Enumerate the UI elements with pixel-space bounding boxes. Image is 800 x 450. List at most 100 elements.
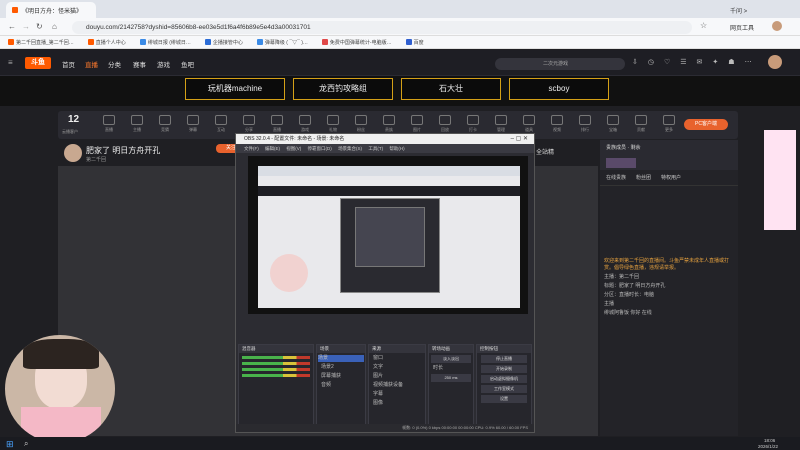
room-tool-item[interactable]: 宝箱: [602, 115, 624, 133]
nav-live[interactable]: 直播: [85, 59, 98, 69]
bookmarks-bar: 第二千回直播_第二千回… 直播个人中心 绯城日报 (绯城日… 企播接管中心 弹幕…: [0, 36, 800, 49]
obs-preview[interactable]: [248, 156, 528, 314]
source-item[interactable]: 文字: [373, 364, 421, 371]
nav-home[interactable]: 首页: [62, 59, 75, 69]
browser-tab-qianwen[interactable]: 千问 >: [724, 2, 770, 18]
room-tool-item[interactable]: 弹幕: [182, 115, 204, 133]
room-tool-item[interactable]: 排行: [574, 115, 596, 133]
nav-category[interactable]: 分类: [108, 59, 121, 69]
bookmark-item[interactable]: 第二千回直播_第二千回…: [8, 39, 74, 46]
browser-tab-active[interactable]: 《明日方舟：怪米猫》: [6, 2, 96, 18]
room-tool-item[interactable]: 贡献: [630, 115, 652, 133]
room-tool-item[interactable]: 礼物: [322, 115, 344, 133]
game-icon[interactable]: ✦: [712, 58, 718, 66]
bookmark-item[interactable]: 企播接管中心: [204, 39, 243, 46]
nav-yuba[interactable]: 鱼吧: [181, 59, 194, 69]
nav-esports[interactable]: 赛事: [133, 59, 146, 69]
room-tool-item[interactable]: 道具: [518, 115, 540, 133]
reload-icon[interactable]: ↻: [36, 22, 43, 31]
download-icon[interactable]: ⇩: [632, 58, 638, 66]
room-tool-item[interactable]: 直播: [266, 115, 288, 133]
bookmark-item[interactable]: 直播个人中心: [87, 39, 126, 46]
stop-streaming-button[interactable]: 停止直播: [481, 355, 527, 363]
pc-client-button[interactable]: PC客户端: [684, 119, 728, 130]
room-tool-item[interactable]: 管理: [490, 115, 512, 133]
studio-mode-button[interactable]: 工作室模式: [481, 385, 527, 393]
history-icon[interactable]: ◷: [648, 58, 654, 66]
bookmark-item[interactable]: 绯城日报 (绯城日…: [139, 39, 191, 46]
room-tool-item[interactable]: 回放: [434, 115, 456, 133]
room-tool-item[interactable]: 互动: [210, 115, 232, 133]
room-tool-item[interactable]: 视频: [546, 115, 568, 133]
forward-icon[interactable]: →: [22, 22, 30, 31]
more-icon[interactable]: ⋯: [745, 58, 752, 66]
start-recording-button[interactable]: 开始录制: [481, 365, 527, 373]
noble-rank-panel: 贵族成员 · 剩余: [600, 140, 738, 170]
virtual-camera-button[interactable]: 启动虚拟摄像机: [481, 375, 527, 383]
window-controls-icon[interactable]: – ▢ ✕: [511, 135, 528, 142]
room-tool-item[interactable]: 更多: [658, 115, 680, 133]
room-tool-item[interactable]: 主播: [126, 115, 148, 133]
message-icon[interactable]: ✉: [697, 58, 703, 66]
source-item[interactable]: 图像: [373, 400, 421, 407]
tab-fans[interactable]: 粉丝团: [636, 174, 651, 181]
follow-icon[interactable]: ♡: [664, 58, 670, 66]
obs-menu-item[interactable]: 帮助(H): [389, 146, 404, 151]
banner-button[interactable]: scboy: [509, 78, 609, 100]
nav-games[interactable]: 游戏: [157, 59, 170, 69]
room-tool-item[interactable]: 粉丝: [350, 115, 372, 133]
obs-menu-item[interactable]: 停靠窗口(D): [308, 146, 332, 151]
room-tool-item[interactable]: 图片: [406, 115, 428, 133]
source-item[interactable]: 视频捕获设备: [373, 382, 421, 389]
scene-item[interactable]: 场景: [318, 355, 364, 362]
douyu-logo[interactable]: 斗鱼: [25, 57, 51, 69]
back-icon[interactable]: ←: [8, 22, 16, 31]
promo-banner[interactable]: [764, 130, 796, 230]
transition-select[interactable]: 淡入淡出: [431, 355, 471, 363]
user-avatar[interactable]: [768, 55, 782, 69]
menu-icon[interactable]: ≡: [8, 58, 13, 67]
obs-menu-item[interactable]: 工具(T): [368, 146, 383, 151]
bookmark-item[interactable]: 免费中国弹幕统计-电脑版…: [321, 39, 392, 46]
search-icon[interactable]: ⌕: [24, 439, 28, 449]
tab-noble[interactable]: 在线贵族: [606, 174, 626, 181]
host-name[interactable]: 第二千回: [86, 156, 106, 163]
banner-button[interactable]: 石大壮: [401, 78, 501, 100]
room-tool-item[interactable]: 游戏: [294, 115, 316, 133]
tab-vip[interactable]: 特权用户: [661, 174, 681, 181]
streamer-avatar[interactable]: [64, 144, 82, 162]
settings-button[interactable]: 设置: [481, 395, 527, 403]
room-tool-item[interactable]: 竞猜: [154, 115, 176, 133]
room-tool-item[interactable]: 分享: [238, 115, 260, 133]
source-item[interactable]: 图片: [373, 373, 421, 380]
star-icon[interactable]: ☆: [700, 21, 707, 30]
fullsite-label[interactable]: 全站精: [536, 147, 554, 156]
profile-tools-label[interactable]: 网页工具: [730, 23, 754, 32]
source-item[interactable]: 字幕: [373, 391, 421, 398]
obs-menu-item[interactable]: 场景集合(S): [338, 146, 362, 151]
obs-menu-item[interactable]: 编辑(E): [265, 146, 280, 151]
avatar[interactable]: [772, 21, 782, 31]
task-icon[interactable]: ☰: [680, 58, 686, 66]
room-tool-item[interactable]: 直播: [98, 115, 120, 133]
room-tool-item[interactable]: 贵族: [378, 115, 400, 133]
scene-item[interactable]: 音频: [321, 382, 361, 389]
gift-icon[interactable]: ☗: [728, 58, 734, 66]
scene-item[interactable]: 屏幕捕获: [321, 373, 361, 380]
url-input[interactable]: douyu.com/2142758?dyshid=85606b8-ee03e5d…: [72, 21, 692, 34]
obs-menu-item[interactable]: 文件(F): [244, 146, 259, 151]
source-item[interactable]: 窗口: [373, 355, 421, 362]
scene-item[interactable]: 场景2: [321, 364, 361, 371]
search-input[interactable]: 二次元游戏: [495, 58, 625, 70]
banner-button[interactable]: 玩机器machine: [185, 78, 285, 100]
banner-button[interactable]: 龙西钓攻略组: [293, 78, 393, 100]
bookmark-item[interactable]: 弹幕降级 ( ¯▽¯ )…: [256, 39, 308, 46]
room-tool-item[interactable]: 打卡: [462, 115, 484, 133]
obs-menu-item[interactable]: 视图(V): [286, 146, 301, 151]
windows-icon[interactable]: ⊞: [6, 439, 14, 450]
bookmark-item[interactable]: 百度: [405, 39, 424, 46]
rank-thumbnail[interactable]: [606, 158, 636, 168]
home-icon[interactable]: ⌂: [52, 22, 57, 31]
tool-icon: [607, 115, 619, 125]
duration-input[interactable]: 250 ms: [431, 374, 471, 382]
